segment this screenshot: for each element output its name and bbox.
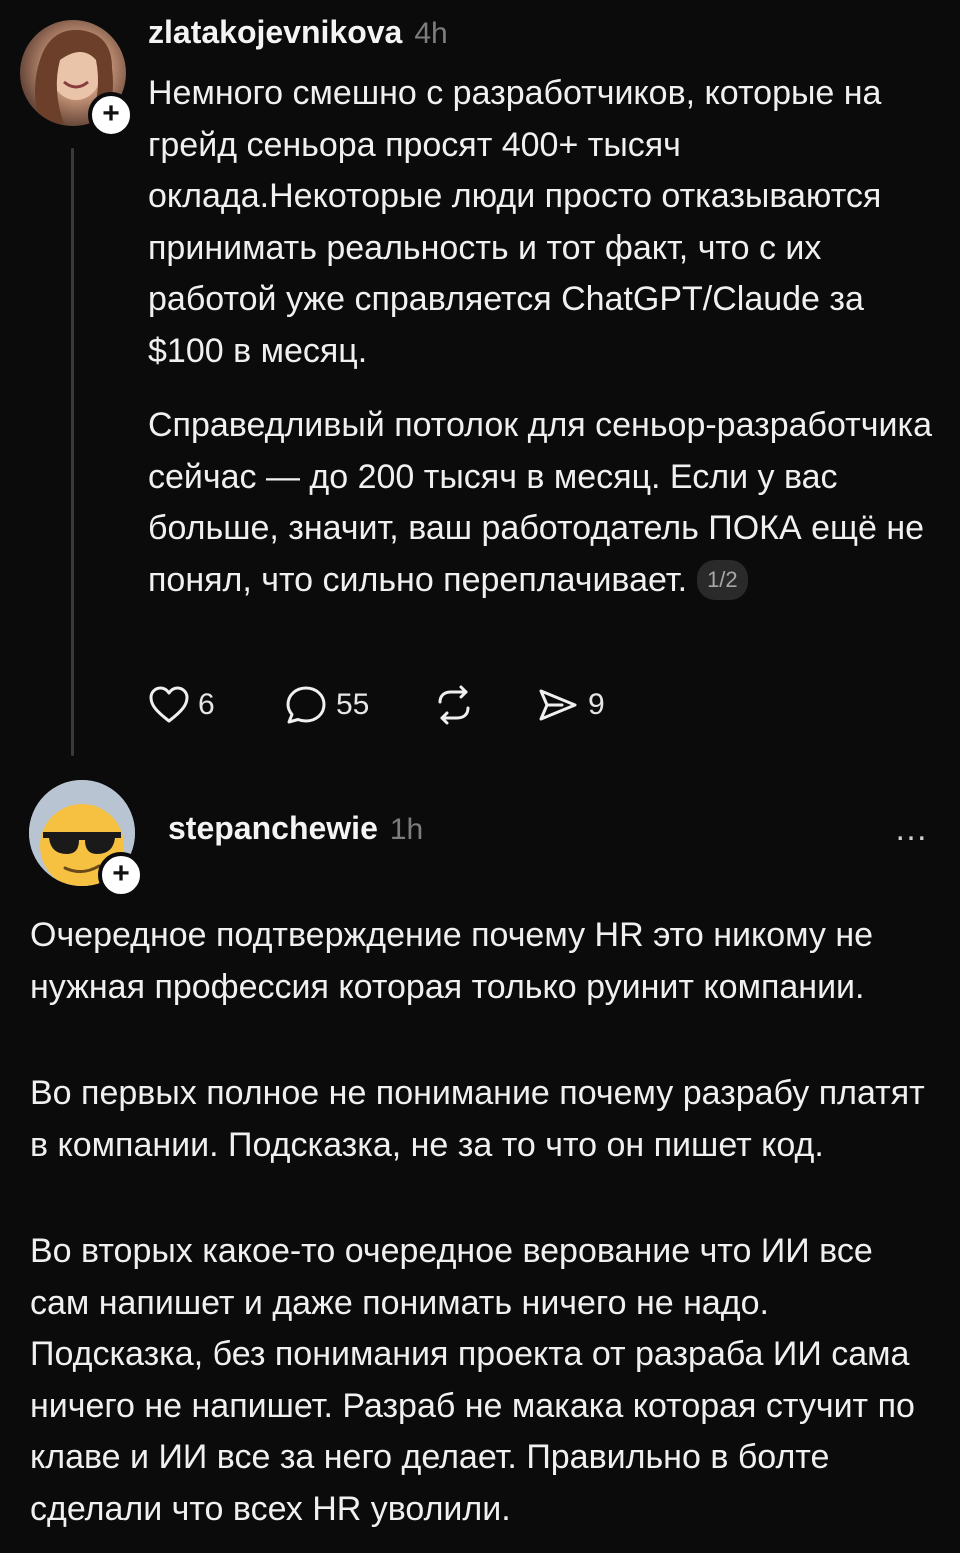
thread-post-original: + zlatakojevnikova 4h Немного смешно с р… (0, 0, 960, 770)
plus-icon: + (102, 97, 120, 130)
like-button[interactable]: 6 (148, 685, 284, 725)
post-text-paragraph: Очередное подтверждение почему HR это ни… (30, 916, 874, 1006)
reply-count: 55 (336, 688, 370, 721)
repost-button[interactable] (432, 684, 536, 726)
share-button[interactable]: 9 (536, 685, 616, 725)
timestamp: 1h (389, 813, 424, 846)
like-count: 6 (198, 688, 215, 721)
username[interactable]: stepanchewie (168, 810, 378, 847)
repost-icon (438, 685, 470, 725)
comment-icon (286, 686, 326, 724)
thread-post-reply: + stepanchewie 1h … Очередное подтвержде… (0, 770, 960, 1553)
post-header: zlatakojevnikova 4h (148, 14, 448, 51)
follow-plus-button[interactable]: + (98, 852, 144, 898)
post-text-paragraph: Во первых полное не понимание почему раз… (30, 1074, 925, 1164)
more-options-button[interactable]: … (894, 810, 930, 849)
post-header: stepanchewie 1h (168, 810, 423, 847)
post-text-paragraph: Справедливый потолок для сеньор-разработ… (148, 400, 938, 606)
reply-button[interactable]: 55 (284, 684, 432, 726)
post-text: Справедливый потолок для сеньор-разработ… (148, 406, 932, 599)
page-indicator-badge: 1/2 (697, 559, 748, 600)
follow-plus-button[interactable]: + (88, 92, 134, 138)
thread-connector-line (71, 148, 74, 756)
post-text-paragraph: Немного смешно с разработчиков, которые … (148, 74, 882, 370)
share-icon (539, 689, 577, 721)
username[interactable]: zlatakojevnikova (148, 14, 402, 51)
heart-icon (149, 686, 189, 723)
plus-icon: + (112, 857, 130, 890)
post-actions-bar: 6 55 9 (148, 680, 616, 730)
timestamp: 4h (414, 17, 448, 50)
share-count: 9 (588, 688, 605, 721)
post-text-paragraph: Во вторых какое-то очередное верование ч… (30, 1232, 915, 1528)
more-icon: … (894, 810, 930, 848)
